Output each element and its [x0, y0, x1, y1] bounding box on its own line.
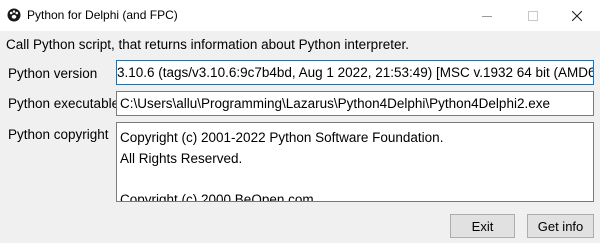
window-title: Python for Delphi (and FPC)	[27, 8, 178, 22]
close-icon	[572, 10, 582, 21]
minimize-button[interactable]	[464, 0, 510, 31]
copyright-line	[120, 169, 593, 190]
copyright-line: Copyright (c) 2001-2022 Python Software …	[120, 130, 444, 145]
title-bar[interactable]: Python for Delphi (and FPC)	[0, 0, 600, 31]
maximize-button[interactable]	[510, 0, 556, 31]
copyright-line: All Rights Reserved.	[120, 150, 243, 166]
python-executable-field[interactable]: C:\Users\allu\Programming\Lazarus\Python…	[116, 91, 594, 116]
copyright-line: Copyright (c) 2000 BeOpen.com.	[120, 191, 318, 202]
intro-text: Call Python script, that returns informa…	[6, 37, 409, 52]
get-info-button[interactable]: Get info	[527, 214, 594, 238]
minimize-icon	[482, 15, 492, 17]
python-version-field[interactable]: 3.10.6 (tags/v3.10.6:9c7b4bd, Aug 1 2022…	[116, 60, 594, 85]
paw-icon	[7, 8, 21, 22]
python-version-label: Python version	[8, 66, 98, 81]
exit-button[interactable]: Exit	[450, 214, 515, 238]
close-button[interactable]	[554, 0, 600, 31]
python-copyright-memo[interactable]: Copyright (c) 2001-2022 Python Software …	[116, 122, 594, 202]
maximize-icon	[528, 10, 538, 21]
python-executable-label: Python executable	[8, 96, 120, 111]
python-copyright-label: Python copyright	[8, 127, 109, 142]
